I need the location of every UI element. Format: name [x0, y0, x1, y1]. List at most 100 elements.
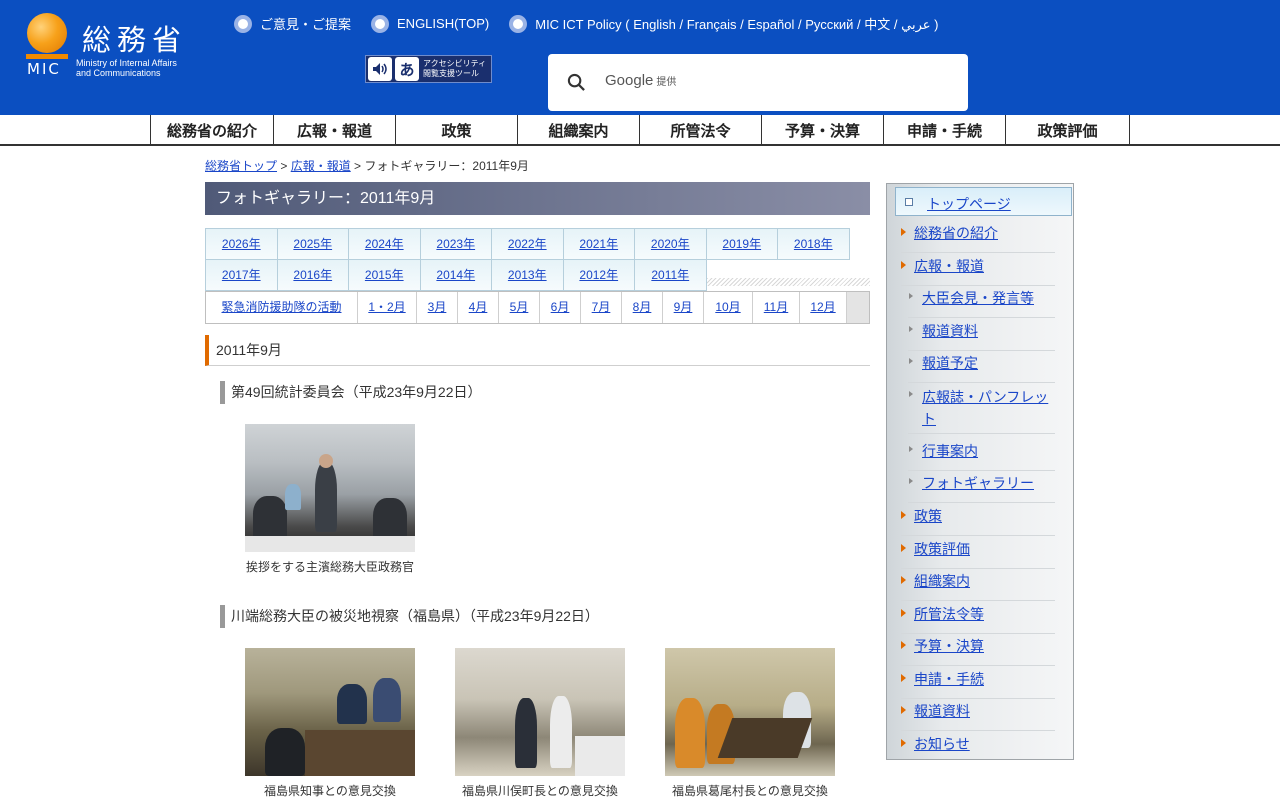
month-link[interactable]: 7月: [592, 300, 611, 314]
year-tab-link[interactable]: 2024年: [365, 237, 404, 251]
year-tab: 2020年: [634, 228, 707, 260]
access-tool-line2: 閲覧支援ツール: [423, 69, 479, 78]
breadcrumb-home[interactable]: 総務省トップ: [205, 159, 277, 173]
site-search-box[interactable]: Google 提供: [548, 54, 968, 111]
breadcrumb-section[interactable]: 広報・報道: [291, 159, 351, 173]
gnav-item-about[interactable]: 総務省の紹介: [150, 115, 273, 145]
sidebar-link[interactable]: 組織案内: [914, 571, 970, 591]
month-tab: 12月: [800, 292, 847, 323]
arrow-right-icon: [901, 739, 906, 747]
gnav-item-budget[interactable]: 予算・決算: [761, 115, 883, 145]
sidebar-link[interactable]: 申請・手続: [914, 669, 984, 689]
photo-image[interactable]: [245, 648, 415, 776]
sidebar-link[interactable]: 広報・報道: [914, 256, 984, 276]
photo-image[interactable]: [665, 648, 835, 776]
month-link[interactable]: 12月: [810, 300, 835, 314]
year-tab: 2014年: [419, 259, 492, 291]
sidebar-link[interactable]: 報道資料: [914, 701, 970, 721]
year-tab: 2019年: [705, 228, 778, 260]
gnav-item-laws[interactable]: 所管法令: [639, 115, 761, 145]
hiragana-a-icon: あ: [395, 57, 419, 81]
arrow-right-icon: [909, 358, 913, 364]
sidebar-subitem: フォトギャラリー: [908, 471, 1055, 503]
year-tab-link[interactable]: 2011年: [651, 268, 689, 282]
sidebar-item: 政策評価: [901, 537, 1055, 569]
year-tab: 2026年: [205, 228, 278, 260]
top-link-english[interactable]: ENGLISH(TOP): [371, 14, 489, 33]
year-tab-link[interactable]: 2023年: [436, 237, 475, 251]
gnav-item-organization[interactable]: 組織案内: [517, 115, 639, 145]
sidebar-link[interactable]: 所管法令等: [914, 604, 984, 624]
sidebar-link[interactable]: 政策: [914, 506, 942, 526]
mic-logo[interactable]: 総務省 MIC Ministry of Internal Affairs and…: [26, 13, 216, 83]
sidebar-link[interactable]: フォトギャラリー: [922, 473, 1034, 493]
sidebar-link[interactable]: 総務省の紹介: [914, 223, 998, 243]
year-tab-link[interactable]: 2016年: [293, 268, 332, 282]
breadcrumb-current: フォトギャラリー：2011年9月: [364, 159, 529, 173]
sidebar-subitem: 大臣会見・発言等: [908, 286, 1055, 318]
gnav-item-policy[interactable]: 政策: [395, 115, 517, 145]
year-tab-link[interactable]: 2018年: [794, 237, 833, 251]
month-link[interactable]: 1・2月: [368, 300, 405, 314]
accessibility-tool-button[interactable]: あ アクセシビリティ 閲覧支援ツール: [365, 55, 492, 83]
sidebar-item: 広報・報道: [901, 254, 1055, 286]
sidebar-link[interactable]: 報道予定: [922, 353, 978, 373]
year-tab-link[interactable]: 2020年: [651, 237, 690, 251]
month-link-emergency[interactable]: 緊急消防援助隊の活動: [221, 300, 341, 314]
sidebar-subitem: 行事案内: [908, 439, 1055, 471]
sidebar-link[interactable]: 報道資料: [922, 321, 978, 341]
month-link[interactable]: 6月: [551, 300, 570, 314]
year-tab-link[interactable]: 2026年: [222, 237, 261, 251]
photo-caption: 福島県知事との意見交換: [264, 784, 396, 798]
logo-orb-bar: [26, 54, 68, 59]
top-links: ご意見・ご提案 ENGLISH(TOP) MIC ICT Policy ( En…: [234, 14, 958, 33]
month-link[interactable]: 9月: [674, 300, 693, 314]
month-link[interactable]: 4月: [469, 300, 488, 314]
month-link[interactable]: 11月: [764, 300, 788, 314]
year-tab-link[interactable]: 2014年: [436, 268, 475, 282]
search-provider: Google 提供: [605, 72, 676, 89]
month-tab: 7月: [581, 292, 622, 323]
sidebar-item: 組織案内: [901, 569, 1055, 601]
year-tab-link[interactable]: 2025年: [293, 237, 332, 251]
sidebar-link[interactable]: 広報誌・パンフレット: [922, 386, 1052, 430]
sidebar-link[interactable]: 大臣会見・発言等: [922, 288, 1034, 308]
gnav-item-applications[interactable]: 申請・手続: [883, 115, 1005, 145]
sidebar-item-top-page[interactable]: トップページ: [927, 194, 1011, 214]
year-tab: 2021年: [562, 228, 635, 260]
month-tab: 緊急消防援助隊の活動: [206, 292, 358, 323]
access-tool-line1: アクセシビリティ: [423, 59, 487, 68]
gnav-item-press[interactable]: 広報・報道: [273, 115, 395, 145]
year-tab-link[interactable]: 2021年: [579, 237, 618, 251]
sidebar-link[interactable]: 行事案内: [922, 441, 978, 461]
month-link[interactable]: 3月: [428, 300, 447, 314]
year-tab-link[interactable]: 2019年: [722, 237, 761, 251]
search-brand: Google: [605, 72, 654, 89]
year-tab-link[interactable]: 2015年: [365, 268, 404, 282]
sidebar-link[interactable]: 政策評価: [914, 539, 970, 559]
gnav-item-evaluation[interactable]: 政策評価: [1005, 115, 1130, 145]
year-tab-link[interactable]: 2022年: [508, 237, 547, 251]
month-link[interactable]: 10月: [715, 300, 740, 314]
month-link[interactable]: 5月: [510, 300, 529, 314]
year-tab-link[interactable]: 2012年: [579, 268, 618, 282]
year-tab-link[interactable]: 2013年: [508, 268, 547, 282]
month-nav: 緊急消防援助隊の活動 1・2月 3月 4月 5月 6月 7月 8月 9月 10月…: [205, 291, 870, 324]
year-tab: 2012年: [562, 259, 635, 291]
top-link-opinion[interactable]: ご意見・ご提案: [234, 14, 351, 33]
breadcrumb: 総務省トップ > 広報・報道 > フォトギャラリー：2011年9月: [205, 157, 529, 174]
year-tab-link[interactable]: 2017年: [222, 268, 261, 282]
month-link[interactable]: 8月: [633, 300, 652, 314]
speaker-icon: [368, 57, 392, 81]
top-link-label: MIC ICT Policy ( English / Français / Es…: [535, 17, 939, 32]
sidebar-link[interactable]: お知らせ: [914, 734, 970, 754]
top-link-label: ご意見・ご提案: [260, 17, 352, 32]
sidebar-item: 政策: [901, 504, 1055, 536]
month-tab: 11月: [753, 292, 800, 323]
sidebar-link[interactable]: 予算・決算: [914, 636, 984, 656]
photo-image[interactable]: [245, 424, 415, 552]
photo-image[interactable]: [455, 648, 625, 776]
top-link-ict-policy[interactable]: MIC ICT Policy ( English / Français / Es…: [509, 14, 938, 33]
search-icon[interactable]: [567, 73, 586, 92]
arrow-right-icon: [909, 293, 913, 299]
